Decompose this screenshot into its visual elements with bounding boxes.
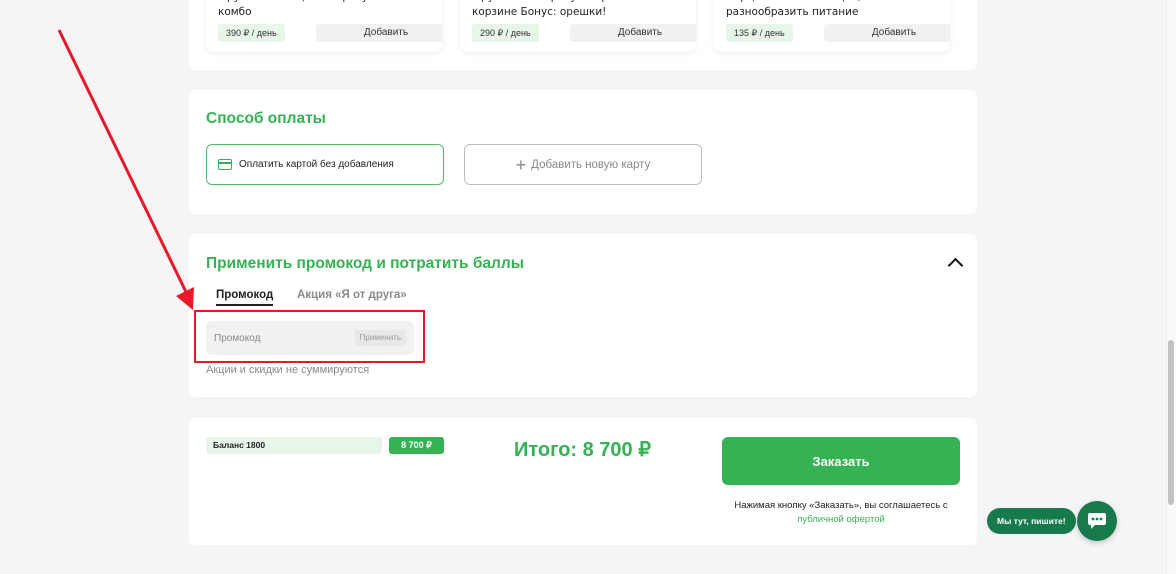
order-total: Итого: 8 700 ₽ bbox=[514, 439, 651, 461]
chat-bubble[interactable]: Мы тут, пишите! bbox=[987, 508, 1076, 534]
order-summary-card: Баланс 1800 8 700 ₽ Итого: 8 700 ₽ Заказ… bbox=[189, 418, 977, 545]
chevron-up-icon[interactable] bbox=[947, 257, 964, 274]
add-product-button[interactable]: Добавить bbox=[316, 24, 442, 42]
add-product-button[interactable]: Добавить bbox=[570, 24, 696, 42]
add-product-button[interactable]: Добавить bbox=[824, 24, 950, 42]
add-new-card-label: Добавить новую карту bbox=[531, 158, 651, 171]
balance-amount-badge: 8 700 ₽ bbox=[389, 437, 444, 454]
scrollbar-thumb[interactable] bbox=[1168, 340, 1174, 505]
promo-section-title: Применить промокод и потратить баллы bbox=[206, 255, 524, 272]
scrollbar-track[interactable] bbox=[1166, 0, 1176, 574]
promo-note: Акции и скидки не суммируются bbox=[206, 364, 370, 376]
consent-text: Нажимая кнопку «Заказать», вы соглашаете… bbox=[722, 499, 960, 527]
product-price: 135 ₽ / день bbox=[726, 24, 793, 42]
product-card: Фруктовый перекус в красивой корзине Бон… bbox=[460, 0, 696, 52]
product-description: Фруктовый перекус в красивой корзине Бон… bbox=[472, 0, 647, 18]
product-description: Порции свежих овощей, чтобы разнообразит… bbox=[726, 0, 898, 18]
payment-method-card: Способ оплаты Оплатить картой без добавл… bbox=[189, 90, 977, 214]
product-price: 290 ₽ / день bbox=[472, 24, 539, 42]
product-price: 390 ₽ / день bbox=[218, 24, 285, 42]
pay-by-card-option[interactable]: Оплатить картой без добавления bbox=[206, 144, 444, 185]
product-card: Порции свежих овощей, чтобы разнообразит… bbox=[714, 0, 950, 52]
public-offer-link[interactable]: публичной офертой bbox=[797, 514, 885, 525]
tab-promo-code[interactable]: Промокод bbox=[216, 289, 274, 306]
balance-label: Баланс 1800 bbox=[206, 437, 382, 454]
chat-button[interactable] bbox=[1077, 501, 1117, 541]
plus-icon: + bbox=[515, 154, 527, 175]
place-order-button[interactable]: Заказать bbox=[722, 437, 960, 485]
product-description: Фруктово-овощные перекусы в 30 мой комбо bbox=[218, 0, 433, 18]
pay-by-card-label: Оплатить картой без добавления bbox=[239, 159, 394, 170]
payment-section-title: Способ оплаты bbox=[206, 110, 326, 127]
upsell-products-card: Фруктово-овощные перекусы в 30 мой комбо… bbox=[189, 0, 977, 70]
product-card: Фруктово-овощные перекусы в 30 мой комбо… bbox=[206, 0, 442, 52]
add-new-card-button[interactable]: + Добавить новую карту bbox=[464, 144, 702, 185]
credit-card-icon bbox=[218, 159, 232, 170]
tab-friend-promotion[interactable]: Акция «Я от друга» bbox=[297, 289, 407, 301]
consent-label: Нажимая кнопку «Заказать», вы соглашаете… bbox=[734, 500, 948, 511]
chat-icon bbox=[1088, 513, 1106, 529]
red-highlight-box bbox=[194, 310, 425, 363]
